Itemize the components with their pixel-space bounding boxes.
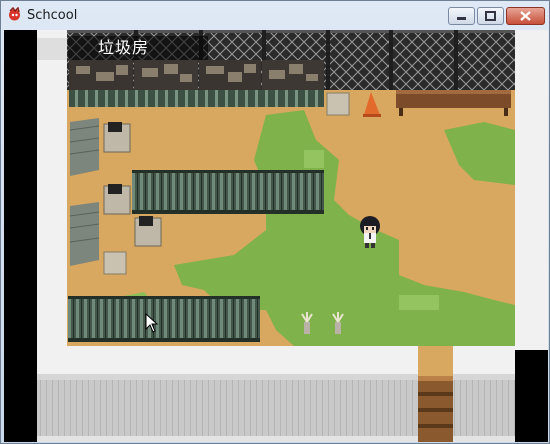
close-button[interactable] xyxy=(506,7,545,25)
game-viewport[interactable]: 垃圾房 xyxy=(4,30,548,442)
iron-fence xyxy=(132,170,324,214)
cardboard-box xyxy=(326,92,350,116)
maximize-icon xyxy=(485,11,496,21)
minimize-button[interactable] xyxy=(448,7,475,25)
map-name-banner: 垃圾房 xyxy=(68,36,208,60)
map-name-text: 垃圾房 xyxy=(98,38,150,57)
game-map[interactable] xyxy=(4,30,548,442)
maximize-button[interactable] xyxy=(477,7,504,25)
wooden-gate xyxy=(418,376,453,442)
minimize-icon xyxy=(457,17,466,20)
bottom-wall-top xyxy=(37,346,418,374)
iron-fence-bottom xyxy=(68,296,260,342)
garbage-piles xyxy=(69,60,324,90)
app-icon xyxy=(9,7,20,21)
mouse-cursor-icon xyxy=(145,313,159,333)
right-wall xyxy=(515,30,548,350)
player-character xyxy=(360,216,380,248)
left-wall xyxy=(37,30,67,350)
title-bar[interactable]: Schcool xyxy=(1,1,549,30)
window-title: Schcool xyxy=(27,8,78,23)
app-window: Schcool 垃圾房 xyxy=(0,0,550,444)
close-icon xyxy=(520,11,531,21)
